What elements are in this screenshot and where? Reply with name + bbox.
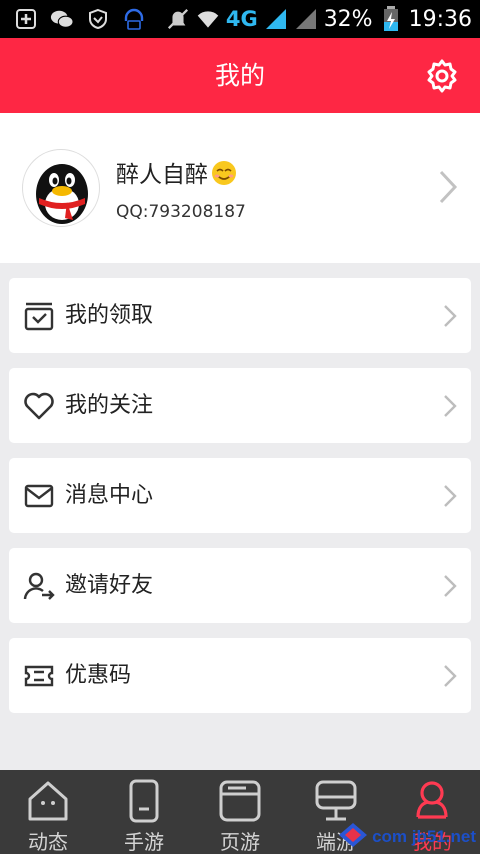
signal-icon: [264, 7, 288, 31]
phone-icon: [122, 779, 166, 823]
menu-item-message-center[interactable]: 消息中心: [9, 458, 471, 533]
chevron-right-icon: [438, 169, 458, 205]
qq-number: QQ:793208187: [116, 202, 246, 222]
envelope-icon: [23, 480, 55, 512]
tab-label: 页游: [220, 830, 260, 854]
wechat-icon: [50, 7, 74, 31]
menu-item-invite-friends[interactable]: 邀请好友: [9, 548, 471, 623]
chevron-right-icon: [443, 484, 457, 508]
avatar[interactable]: [22, 149, 100, 227]
menu-label: 邀请好友: [65, 573, 154, 598]
home-icon: [26, 779, 70, 823]
menu-label: 优惠码: [65, 663, 132, 688]
menu-label: 我的关注: [65, 393, 154, 418]
app-header: 我的: [0, 38, 480, 113]
wifi-icon: [196, 7, 220, 31]
menu-item-coupon-code[interactable]: 优惠码: [9, 638, 471, 713]
menu-item-my-follows[interactable]: 我的关注: [9, 368, 471, 443]
gear-icon[interactable]: [424, 58, 460, 94]
watermark: com jb51.net: [338, 822, 476, 852]
monitor-icon: [314, 779, 358, 823]
menu-label: 我的领取: [65, 303, 154, 328]
menu-label: 消息中心: [65, 483, 154, 508]
battery-percent: 32%: [323, 6, 373, 32]
network-type: 4G: [225, 7, 258, 31]
chevron-right-icon: [443, 304, 457, 328]
chevron-right-icon: [443, 574, 457, 598]
penguin-icon: [36, 164, 88, 224]
status-bar: 4G 32% 19:36: [0, 0, 480, 38]
headset-icon: [122, 7, 146, 31]
profile-name-row: 醉人自醉: [116, 155, 238, 193]
chevron-right-icon: [443, 664, 457, 688]
page-title: 我的: [214, 61, 265, 90]
watermark-logo-icon: [338, 822, 368, 852]
browser-icon: [218, 779, 262, 823]
profile-card[interactable]: 醉人自醉 QQ:793208187: [0, 113, 480, 263]
mute-icon: [166, 7, 190, 31]
add-notification-icon: [14, 7, 38, 31]
smiling-face-icon: [210, 159, 238, 193]
nickname: 醉人自醉: [116, 162, 208, 188]
tab-feed[interactable]: 动态: [0, 770, 96, 854]
watermark-text: com jb51.net: [372, 827, 476, 846]
tab-web-games[interactable]: 页游: [192, 770, 288, 854]
signal-secondary-icon: [294, 7, 318, 31]
tab-label: 动态: [28, 830, 68, 854]
tab-label: 手游: [124, 830, 164, 854]
invite-user-icon: [23, 570, 55, 602]
clock: 19:36: [408, 6, 472, 32]
heart-icon: [23, 390, 55, 422]
tab-mobile-games[interactable]: 手游: [96, 770, 192, 854]
battery-charging-icon: [379, 6, 403, 31]
chevron-right-icon: [443, 394, 457, 418]
user-icon: [410, 779, 454, 823]
ticket-icon: [23, 660, 55, 692]
shield-icon: [86, 7, 110, 31]
inbox-check-icon: [23, 300, 55, 332]
menu-item-my-claims[interactable]: 我的领取: [9, 278, 471, 353]
